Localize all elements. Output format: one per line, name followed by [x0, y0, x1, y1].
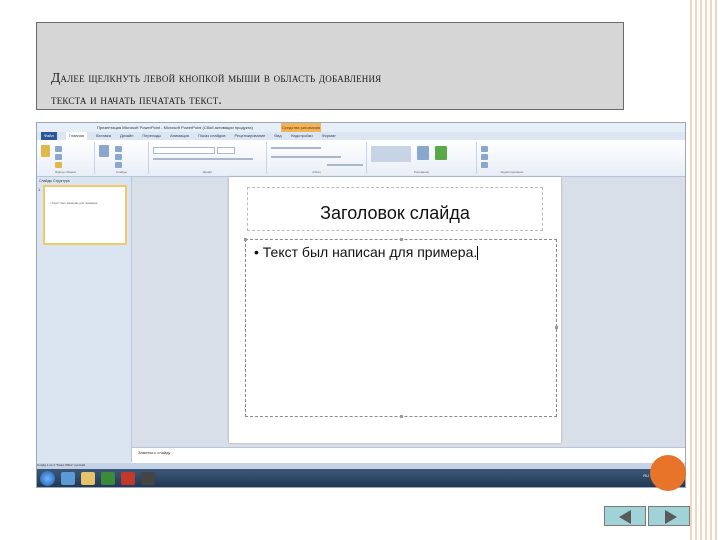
font-format-buttons[interactable] [153, 158, 253, 160]
quick-styles-icon[interactable] [435, 146, 447, 160]
powerpoint-screenshot: Презентация Microsoft PowerPoint - Micro… [36, 122, 686, 488]
resize-handle[interactable] [400, 415, 403, 418]
font-name-select[interactable] [153, 147, 215, 154]
notes-pane[interactable]: Заметки к слайду [132, 447, 685, 463]
ribbon-group-paragraph: Абзац [267, 142, 367, 174]
ribbon-group-label: Абзац [312, 170, 321, 174]
slide-content-placeholder[interactable]: • Текст был написан для примера. [244, 238, 558, 418]
shapes-gallery[interactable] [371, 146, 411, 162]
resize-handle[interactable] [244, 238, 247, 241]
ribbon-group-editing: Редактирование [477, 142, 547, 174]
arrange-icon[interactable] [417, 146, 429, 160]
tab-file[interactable]: Файл [41, 132, 57, 140]
window-title: Презентация Microsoft PowerPoint - Micro… [97, 125, 253, 130]
ribbon-group-label: Редактирование [500, 170, 524, 174]
slide-bullet-text: • Текст был написан для примера. [254, 244, 479, 261]
thumbnail-number: 1 [38, 187, 41, 192]
ribbon-tabs: Файл Главная Вставка Дизайн Переходы Ани… [37, 132, 685, 140]
page-number-badge [650, 455, 686, 491]
folder-icon[interactable] [81, 472, 95, 485]
thumbnail-text: • Текст был написан для примера. [50, 201, 98, 205]
decorative-edge-stripes [690, 0, 720, 540]
tab-slideshow[interactable]: Показ слайдов [198, 132, 226, 140]
previous-slide-button[interactable] [604, 506, 646, 526]
status-text: Слайд 1 из 1 "Тема Office" русский [37, 463, 86, 467]
ribbon-group-label: Буфер обмена [55, 170, 76, 174]
slide-title-placeholder[interactable]: Заголовок слайда [247, 187, 543, 231]
tab-insert[interactable]: Вставка [96, 132, 111, 140]
ribbon-group-clipboard: Буфер обмена [37, 142, 95, 174]
context-tab-drawing-tools[interactable]: Средства рисования [281, 123, 321, 132]
font-size-select[interactable] [217, 147, 235, 154]
next-slide-button[interactable] [648, 506, 690, 526]
explorer-icon[interactable] [61, 472, 75, 485]
replace-icon[interactable] [481, 154, 488, 160]
tab-format[interactable]: Формат [322, 132, 336, 140]
tab-design[interactable]: Дизайн [120, 132, 133, 140]
layout-icon[interactable] [115, 146, 122, 152]
media-player-icon[interactable] [101, 472, 115, 485]
arrow-left-icon [619, 510, 631, 524]
text-direction-buttons[interactable] [327, 164, 363, 166]
slide-thumbnail[interactable]: • Текст был написан для примера. [43, 185, 127, 245]
start-button[interactable] [40, 471, 55, 486]
slides-thumbnail-pane: Слайды Структура 1 • Текст был написан д… [37, 177, 132, 462]
section-icon[interactable] [115, 162, 122, 168]
copy-icon[interactable] [55, 154, 62, 160]
text-cursor [477, 246, 479, 261]
slide-canvas: Заголовок слайда • Текст был написан для… [229, 177, 561, 443]
reset-icon[interactable] [115, 154, 122, 160]
find-icon[interactable] [481, 146, 488, 152]
arrow-right-icon [665, 510, 677, 524]
tray-language[interactable]: RU [643, 473, 649, 478]
cut-icon[interactable] [55, 146, 62, 152]
slide-edit-area: Заголовок слайда • Текст был написан для… [132, 177, 685, 447]
tab-view[interactable]: Вид [274, 132, 281, 140]
powerpoint-taskbar-icon[interactable] [121, 472, 135, 485]
new-slide-icon[interactable] [99, 145, 109, 157]
resize-handle[interactable] [555, 326, 558, 329]
tab-transitions[interactable]: Переходы [142, 132, 161, 140]
instruction-line-1: Далее щелкнуть левой кнопкой мыши в обла… [51, 70, 382, 85]
instruction-line-2: текста и начать печатать текст. [51, 92, 223, 107]
bullet-text: • Текст был написан для примера. [254, 244, 478, 260]
select-icon[interactable] [481, 162, 488, 168]
ribbon-group-font: Шрифт [149, 142, 267, 174]
instruction-box: Далее щелкнуть левой кнопкой мыши в обла… [36, 22, 624, 110]
paste-icon[interactable] [41, 145, 50, 157]
windows-taskbar: RU 19:09 22.11.2012 [37, 469, 685, 487]
ribbon-group-drawing: Рисование [367, 142, 477, 174]
ribbon: Буфер обмена Слайды Шрифт Абзац Рисовани… [37, 140, 685, 177]
ribbon-group-slides: Слайды [95, 142, 149, 174]
list-buttons[interactable] [271, 147, 321, 149]
tab-animation[interactable]: Анимация [170, 132, 189, 140]
resize-handle[interactable] [400, 238, 403, 241]
ribbon-group-label: Рисование [413, 170, 430, 174]
thumbnail-tabs[interactable]: Слайды Структура [39, 179, 70, 183]
tab-review[interactable]: Рецензирование [235, 132, 266, 140]
app-taskbar-icon[interactable] [141, 472, 155, 485]
tab-home[interactable]: Главная [65, 132, 88, 140]
tab-addins[interactable]: Надстройки [291, 132, 313, 140]
instruction-text: Далее щелкнуть левой кнопкой мыши в обла… [51, 67, 611, 111]
align-buttons[interactable] [271, 156, 341, 158]
ribbon-group-label: Шрифт [202, 170, 213, 174]
window-titlebar: Презентация Microsoft PowerPoint - Micro… [37, 123, 685, 132]
format-painter-icon[interactable] [55, 162, 62, 168]
ribbon-group-label: Слайды [115, 170, 128, 174]
